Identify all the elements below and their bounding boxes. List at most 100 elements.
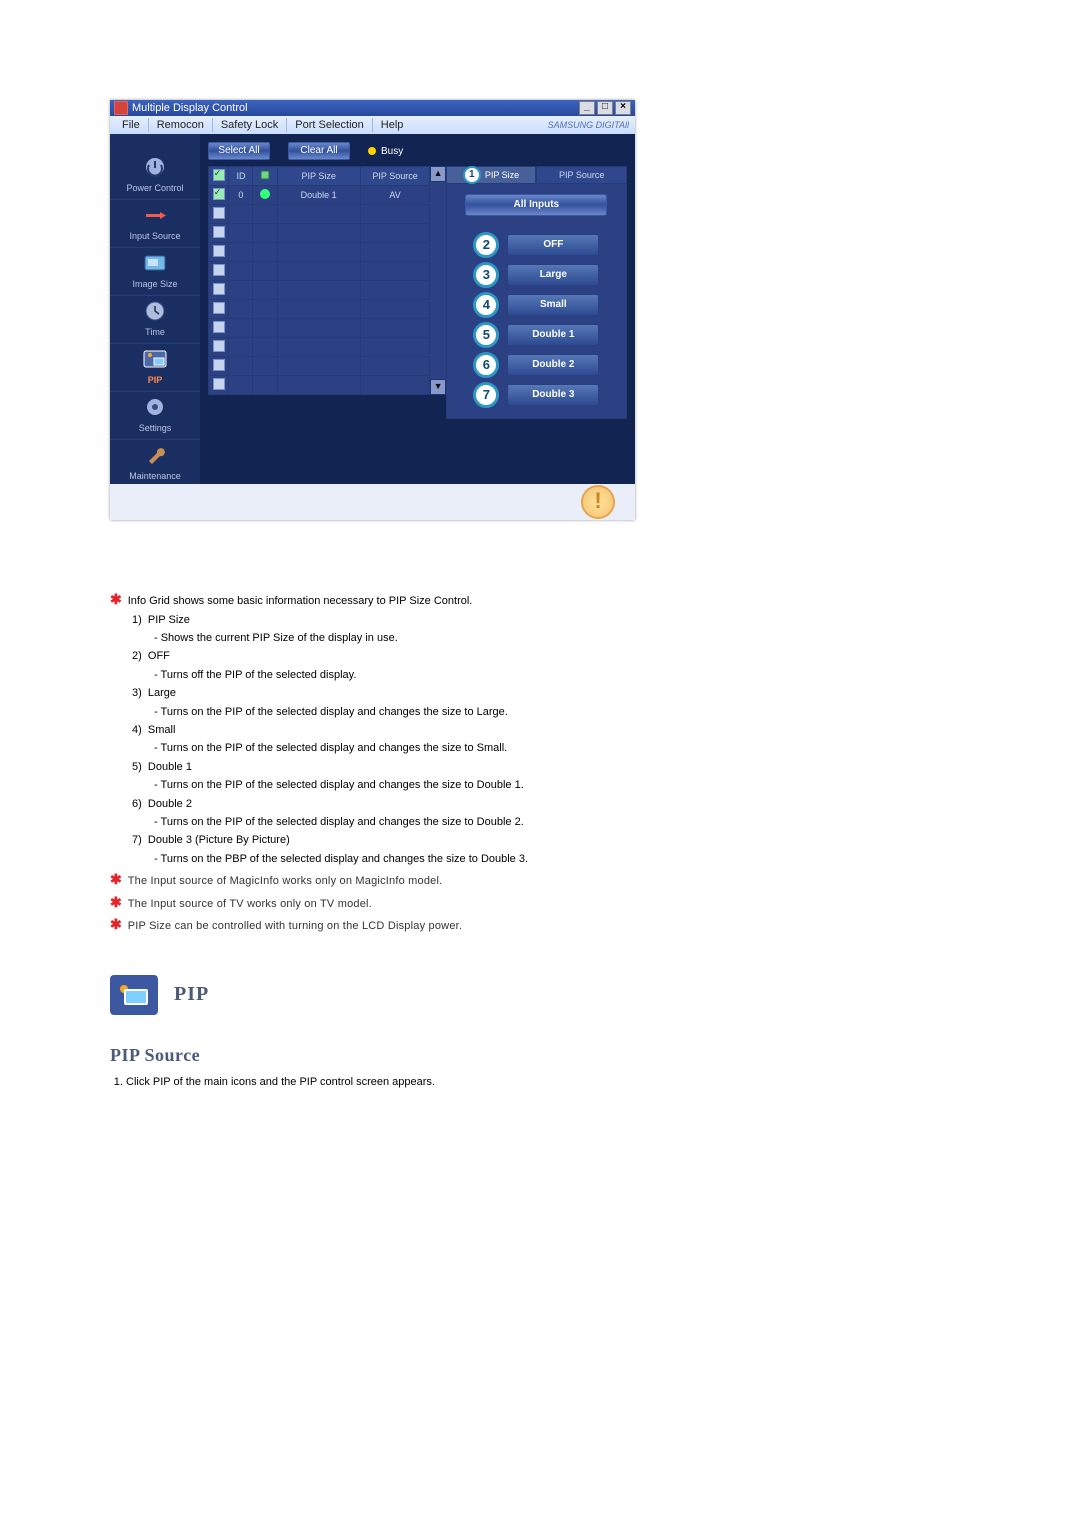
callout-2: 2	[473, 232, 499, 258]
select-all-button[interactable]: Select All	[208, 142, 270, 160]
pip-section-icon	[110, 975, 158, 1015]
sidebar-item-pip[interactable]: PIP	[110, 344, 200, 392]
warning-icon: !	[581, 485, 615, 519]
busy-indicator: Busy	[368, 146, 403, 157]
sub-heading: PIP Source	[110, 1045, 730, 1066]
option-double-3[interactable]: Double 3	[507, 384, 599, 406]
minimize-button[interactable]: _	[579, 101, 595, 115]
brand-label: SAMSUNG DIGITAll	[548, 120, 635, 130]
busy-label: Busy	[381, 146, 403, 157]
sidebar-label: PIP	[148, 375, 163, 385]
menu-port-selection[interactable]: Port Selection	[287, 119, 371, 131]
app-icon	[114, 101, 128, 115]
scroll-down-icon[interactable]: ▼	[431, 380, 444, 394]
menu-file[interactable]: File	[114, 119, 148, 131]
close-button[interactable]: ×	[615, 101, 631, 115]
doc-intro: Info Grid shows some basic information n…	[128, 595, 473, 607]
input-source-icon	[138, 203, 172, 229]
row-checkbox[interactable]	[213, 378, 225, 390]
status-bar: !	[110, 484, 635, 520]
sidebar-label: Maintenance	[129, 471, 181, 481]
sidebar-item-time[interactable]: Time	[110, 296, 200, 344]
col-id: ID	[229, 167, 253, 186]
option-double-1[interactable]: Double 1	[507, 324, 599, 346]
table-row[interactable]	[209, 281, 430, 300]
section-title: PIP	[174, 983, 209, 1006]
option-large[interactable]: Large	[507, 264, 599, 286]
pip-icon	[138, 347, 172, 373]
callout-4: 4	[473, 292, 499, 318]
table-row[interactable]	[209, 243, 430, 262]
table-row[interactable]	[209, 224, 430, 243]
callout-5: 5	[473, 322, 499, 348]
menu-help[interactable]: Help	[373, 119, 412, 131]
sidebar-item-power-control[interactable]: Power Control	[110, 152, 200, 200]
col-check[interactable]	[209, 167, 229, 186]
cell-id: 0	[229, 186, 253, 205]
clear-all-button[interactable]: Clear All	[288, 142, 350, 160]
row-checkbox[interactable]	[213, 321, 225, 333]
cell-pip-size: Double 1	[277, 186, 360, 205]
info-grid: ID PIP Size PIP Source 0 Double 1 AV	[208, 166, 446, 395]
option-small[interactable]: Small	[507, 294, 599, 316]
sidebar: Power Control Input Source Image Size Ti…	[110, 134, 200, 484]
row-checkbox[interactable]	[213, 283, 225, 295]
table-row[interactable]	[209, 319, 430, 338]
row-checkbox[interactable]	[213, 302, 225, 314]
app-window: Multiple Display Control _ □ × File Remo…	[110, 100, 635, 520]
sidebar-label: Input Source	[129, 231, 180, 241]
scroll-up-icon[interactable]: ▲	[431, 167, 444, 181]
star-icon: ✱	[110, 894, 128, 910]
busy-dot-icon	[368, 147, 376, 155]
table-row[interactable]	[209, 205, 430, 224]
power-icon	[138, 155, 172, 181]
row-checkbox[interactable]	[213, 264, 225, 276]
col-pip-source: PIP Source	[360, 167, 430, 186]
option-double-2[interactable]: Double 2	[507, 354, 599, 376]
callout-3: 3	[473, 262, 499, 288]
all-inputs-button[interactable]: All Inputs	[465, 194, 607, 216]
step-1: Click PIP of the main icons and the PIP …	[126, 1076, 730, 1088]
sidebar-item-maintenance[interactable]: Maintenance	[110, 440, 200, 487]
maximize-button[interactable]: □	[597, 101, 613, 115]
row-checkbox[interactable]	[213, 188, 225, 200]
tab-pip-size[interactable]: 1 PIP Size	[446, 166, 537, 184]
status-dot-icon	[260, 189, 270, 199]
section-pip: PIP	[110, 975, 730, 1015]
star-icon: ✱	[110, 916, 128, 932]
sidebar-item-image-size[interactable]: Image Size	[110, 248, 200, 296]
menu-bar: File Remocon Safety Lock Port Selection …	[110, 116, 635, 134]
sidebar-item-input-source[interactable]: Input Source	[110, 200, 200, 248]
clock-icon	[138, 299, 172, 325]
control-panel: 1 PIP Size PIP Source All Inputs 2 OFF 3L…	[446, 166, 627, 419]
row-checkbox[interactable]	[213, 226, 225, 238]
star-icon: ✱	[110, 591, 128, 607]
callout-6: 6	[473, 352, 499, 378]
menu-remocon[interactable]: Remocon	[149, 119, 212, 131]
row-checkbox[interactable]	[213, 207, 225, 219]
scrollbar[interactable]: ▲ ▼	[430, 166, 445, 395]
table-row[interactable]	[209, 357, 430, 376]
row-checkbox[interactable]	[213, 245, 225, 257]
star-icon: ✱	[110, 871, 128, 887]
table-row[interactable]	[209, 338, 430, 357]
sidebar-label: Time	[145, 327, 165, 337]
callout-1: 1	[463, 166, 481, 184]
row-checkbox[interactable]	[213, 359, 225, 371]
table-row[interactable]: 0 Double 1 AV	[209, 186, 430, 205]
row-checkbox[interactable]	[213, 340, 225, 352]
col-status	[253, 167, 277, 186]
window-titlebar[interactable]: Multiple Display Control _ □ ×	[110, 100, 635, 116]
option-off[interactable]: OFF	[507, 234, 599, 256]
callout-7: 7	[473, 382, 499, 408]
doc-text: ✱Info Grid shows some basic information …	[110, 590, 730, 1088]
tab-pip-source[interactable]: PIP Source	[536, 166, 627, 184]
table-row[interactable]	[209, 376, 430, 395]
table-row[interactable]	[209, 300, 430, 319]
sidebar-item-settings[interactable]: Settings	[110, 392, 200, 440]
cell-pip-source: AV	[360, 186, 430, 205]
gear-icon	[138, 395, 172, 421]
table-row[interactable]	[209, 262, 430, 281]
main-area: Select All Clear All Busy ID PIP Size	[200, 134, 635, 484]
menu-safety-lock[interactable]: Safety Lock	[213, 119, 286, 131]
